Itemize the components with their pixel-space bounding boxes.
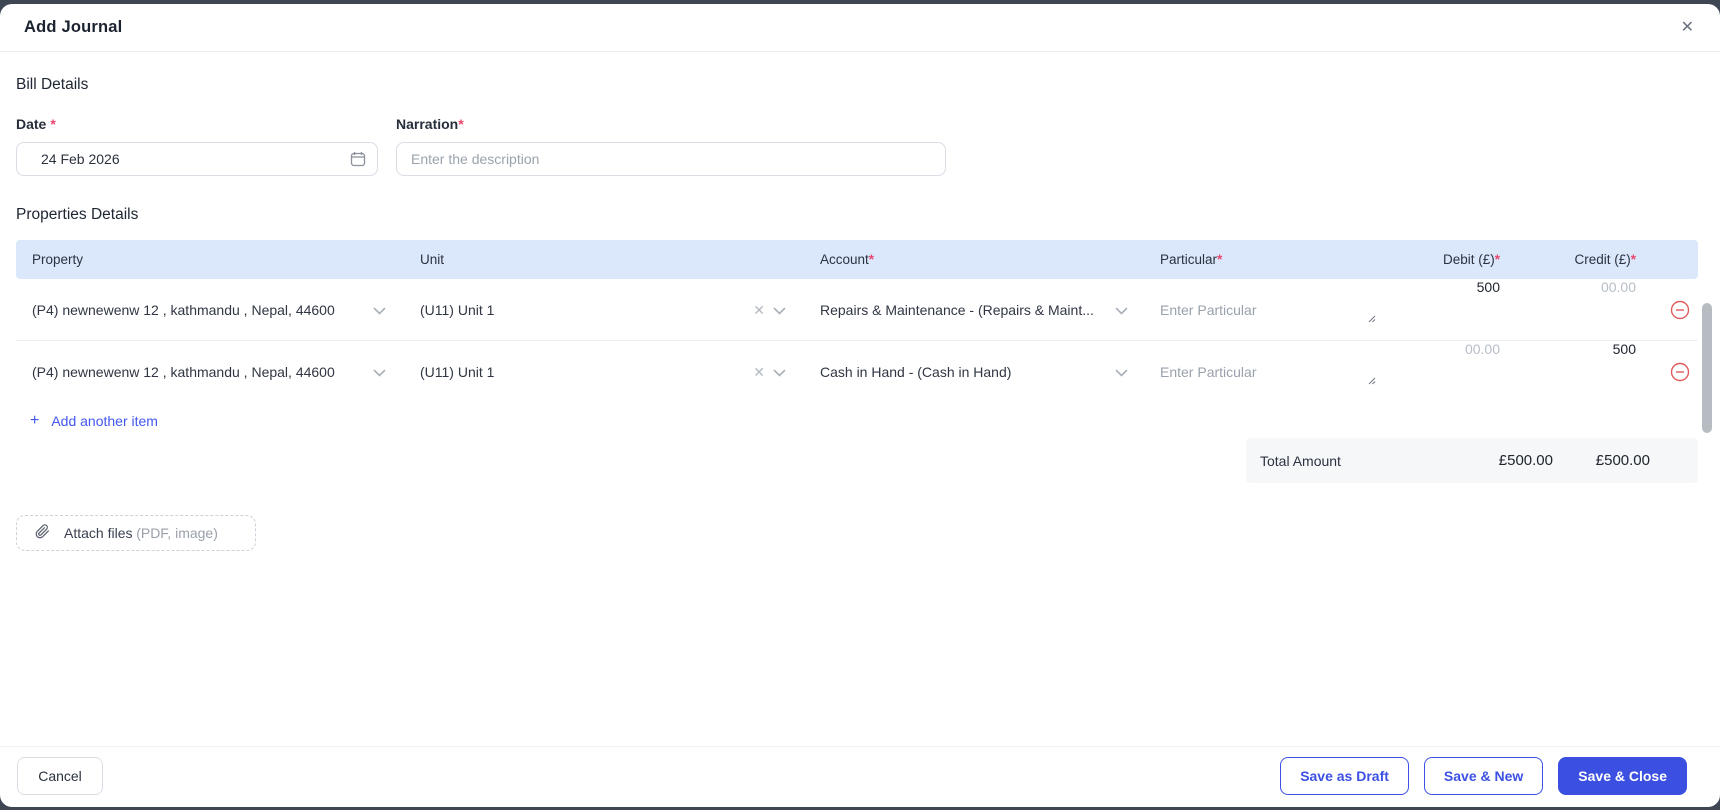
- col-header-credit: Credit (£)*: [1574, 252, 1636, 267]
- add-another-item-link[interactable]: + Add another item: [30, 412, 158, 430]
- attach-files-hint: (PDF, image): [136, 525, 218, 541]
- property-select[interactable]: (P4) newnewenw 12 , kathmandu , Nepal, 4…: [16, 279, 410, 340]
- add-journal-modal: Add Journal ✕ Bill Details Date * 24 Feb…: [0, 4, 1720, 807]
- unit-select[interactable]: (U11) Unit 1 ✕: [410, 279, 800, 340]
- chevron-down-icon: [1115, 302, 1128, 318]
- plus-icon: +: [30, 412, 40, 429]
- bill-details-fields: Date* Narration*: [16, 116, 1698, 176]
- minus-circle-icon: [1670, 362, 1690, 381]
- narration-input[interactable]: [396, 142, 946, 176]
- total-amount-row: Total Amount £500.00 £500.00: [1246, 438, 1698, 483]
- required-asterisk: *: [50, 116, 56, 132]
- save-as-draft-button[interactable]: Save as Draft: [1280, 757, 1409, 795]
- modal-header: Add Journal ✕: [0, 4, 1720, 52]
- debit-input[interactable]: [1390, 341, 1500, 357]
- properties-table: Property Unit Account* Particular* Debit…: [16, 240, 1698, 402]
- total-debit-value: £500.00: [1498, 452, 1553, 469]
- col-header-unit: Unit: [420, 252, 445, 267]
- table-row: (P4) newnewenw 12 , kathmandu , Nepal, 4…: [16, 341, 1698, 402]
- required-asterisk: *: [458, 116, 464, 132]
- credit-field: [1545, 341, 1662, 402]
- cancel-button[interactable]: Cancel: [17, 757, 103, 795]
- minus-circle-icon: [1670, 300, 1690, 319]
- debit-field: [1390, 279, 1545, 340]
- add-another-item-label: Add another item: [51, 413, 158, 429]
- modal-title: Add Journal: [24, 18, 123, 36]
- save-and-close-button[interactable]: Save & Close: [1558, 757, 1687, 795]
- credit-input[interactable]: [1545, 279, 1636, 295]
- chevron-down-icon: [1115, 364, 1128, 380]
- scrollbar-thumb[interactable]: [1702, 303, 1712, 433]
- calendar-icon[interactable]: [350, 151, 366, 172]
- clear-icon[interactable]: ✕: [753, 303, 765, 317]
- col-header-debit: Debit (£)*: [1442, 252, 1500, 267]
- resize-handle-icon[interactable]: [1367, 372, 1376, 388]
- unit-select-value: (U11) Unit 1: [420, 363, 495, 380]
- attach-files-label: Attach files: [64, 525, 133, 541]
- chevron-down-icon: [373, 302, 386, 318]
- resize-handle-icon[interactable]: [1367, 310, 1376, 326]
- particular-input[interactable]: [1160, 363, 1376, 380]
- credit-field: [1545, 279, 1662, 340]
- bill-details-heading: Bill Details: [16, 76, 89, 93]
- credit-input[interactable]: [1545, 341, 1636, 357]
- table-header-row: Property Unit Account* Particular* Debit…: [16, 240, 1698, 279]
- col-header-account: Account*: [820, 252, 875, 267]
- date-input[interactable]: [16, 142, 378, 176]
- date-label: Date *: [16, 116, 56, 132]
- unit-select-value: (U11) Unit 1: [420, 301, 495, 318]
- debit-input[interactable]: [1390, 279, 1500, 295]
- modal-content: Bill Details Date * 24 Feb 2026 Narratio…: [0, 52, 1720, 746]
- date-field-group: Date *: [16, 116, 378, 176]
- remove-row-button[interactable]: [1662, 279, 1698, 340]
- debit-field: [1390, 341, 1545, 402]
- particular-input[interactable]: [1160, 301, 1376, 318]
- account-select[interactable]: Cash in Hand - (Cash in Hand): [800, 341, 1140, 402]
- paperclip-icon: [35, 524, 50, 542]
- clear-icon[interactable]: ✕: [753, 365, 765, 379]
- particular-field: [1140, 279, 1390, 340]
- total-credit-value: £500.00: [1595, 452, 1650, 469]
- properties-details-heading: Properties Details: [16, 206, 139, 223]
- property-select-value: (P4) newnewenw 12 , kathmandu , Nepal, 4…: [32, 363, 335, 380]
- property-select-value: (P4) newnewenw 12 , kathmandu , Nepal, 4…: [32, 301, 335, 318]
- total-amount-label: Total Amount: [1260, 452, 1341, 469]
- modal-footer: Cancel Save as Draft Save & New Save & C…: [0, 746, 1720, 807]
- table-row: (P4) newnewenw 12 , kathmandu , Nepal, 4…: [16, 279, 1698, 340]
- chevron-down-icon: [773, 302, 786, 318]
- chevron-down-icon: [773, 364, 786, 380]
- narration-field-group: Narration*: [396, 116, 946, 176]
- col-header-particular: Particular*: [1160, 252, 1223, 267]
- remove-row-button[interactable]: [1662, 341, 1698, 402]
- chevron-down-icon: [373, 364, 386, 380]
- account-select-value: Repairs & Maintenance - (Repairs & Maint…: [820, 301, 1094, 318]
- attach-files-button[interactable]: Attach files (PDF, image): [16, 515, 256, 551]
- particular-field: [1140, 341, 1390, 402]
- unit-select[interactable]: (U11) Unit 1 ✕: [410, 341, 800, 402]
- close-icon[interactable]: ✕: [1681, 19, 1694, 36]
- account-select-value: Cash in Hand - (Cash in Hand): [820, 363, 1012, 380]
- narration-label: Narration*: [396, 116, 464, 132]
- save-and-new-button[interactable]: Save & New: [1423, 757, 1544, 795]
- save-buttons-group: Save as Draft Save & New Save & Close: [1280, 757, 1687, 795]
- property-select[interactable]: (P4) newnewenw 12 , kathmandu , Nepal, 4…: [16, 341, 410, 402]
- account-select[interactable]: Repairs & Maintenance - (Repairs & Maint…: [800, 279, 1140, 340]
- col-header-property: Property: [32, 252, 84, 267]
